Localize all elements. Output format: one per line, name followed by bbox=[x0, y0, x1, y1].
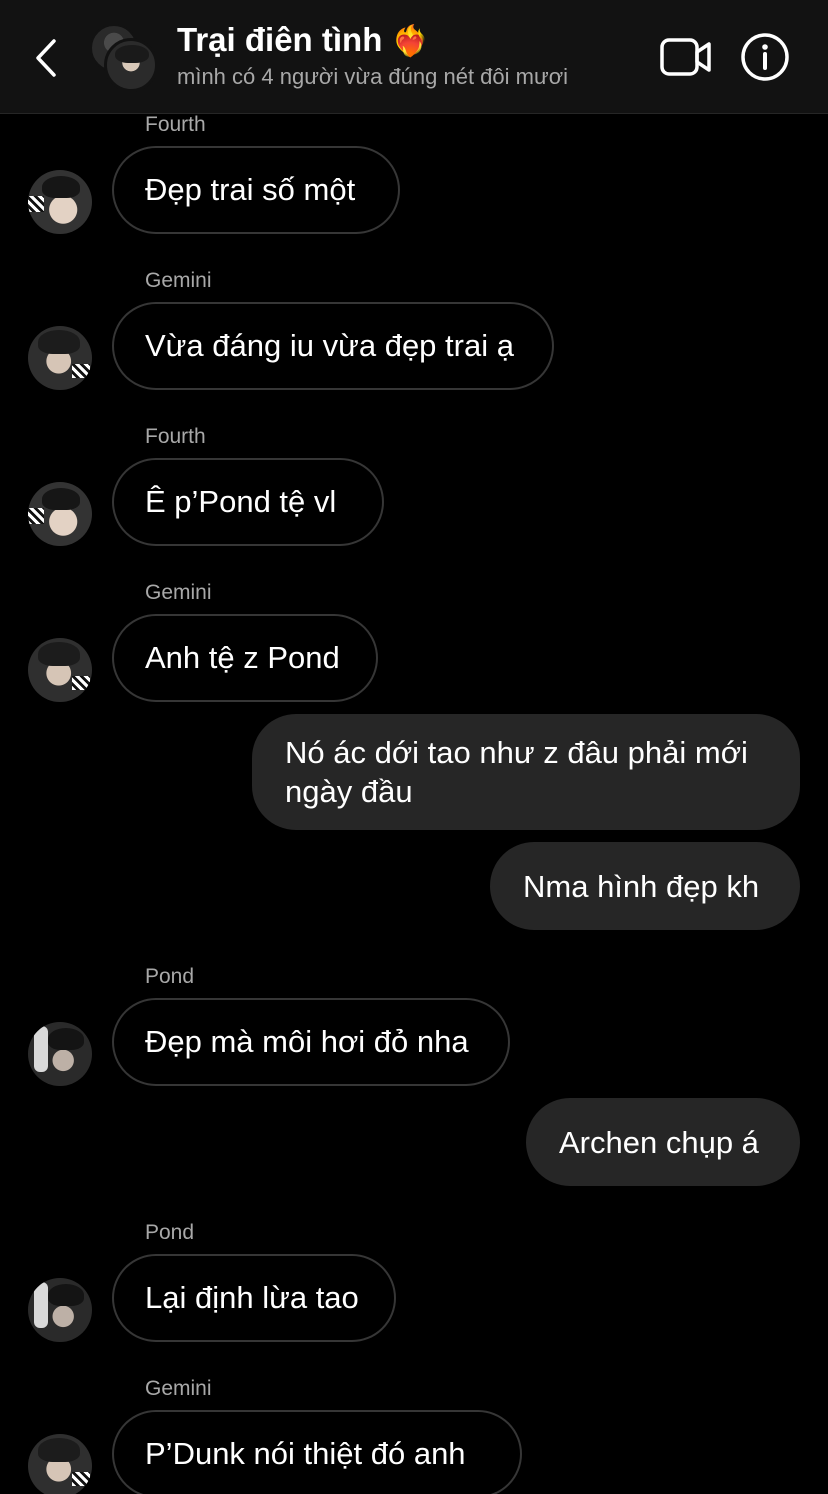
message-bubble-outgoing[interactable]: Nó ác dới tao như z đâu phải mới ngày đầ… bbox=[252, 714, 800, 830]
sender-name: Pond bbox=[145, 1221, 195, 1244]
group-avatar-member-front bbox=[104, 38, 158, 92]
message-line: ngày đầu bbox=[285, 774, 413, 809]
sender-name: Gemini bbox=[145, 1377, 212, 1400]
message-bubble-incoming[interactable]: Vừa đáng iu vừa đẹp trai ạ bbox=[112, 302, 554, 390]
avatar-fourth[interactable] bbox=[28, 170, 92, 234]
chat-title: Trại điên tình ❤️‍🔥 bbox=[177, 20, 637, 62]
avatar-pond[interactable] bbox=[28, 1022, 92, 1086]
message-list[interactable]: Fourth Đẹp trai số một Gemini Vừa đáng i… bbox=[0, 113, 828, 1494]
avatar-gemini[interactable] bbox=[28, 326, 92, 390]
chevron-left-icon bbox=[36, 39, 56, 77]
message-bubble-incoming[interactable]: Đẹp trai số một bbox=[112, 146, 400, 234]
video-call-button[interactable] bbox=[658, 34, 714, 80]
message-bubble-outgoing[interactable]: Nma hình đẹp kh bbox=[490, 842, 800, 930]
info-icon bbox=[741, 33, 789, 81]
avatar-gemini[interactable] bbox=[28, 1434, 92, 1494]
sender-name: Gemini bbox=[145, 269, 212, 292]
message-bubble-incoming[interactable]: Ê p’Pond tệ vl bbox=[112, 458, 384, 546]
sender-name: Fourth bbox=[145, 113, 206, 136]
message-bubble-incoming[interactable]: Anh tệ z Pond bbox=[112, 614, 378, 702]
heart-on-fire-emoji: ❤️‍🔥 bbox=[391, 25, 429, 58]
chat-title-area[interactable]: Trại điên tình ❤️‍🔥 mình có 4 người vừa … bbox=[177, 20, 637, 92]
back-button[interactable] bbox=[22, 30, 70, 86]
sender-name: Fourth bbox=[145, 425, 206, 448]
video-camera-icon bbox=[660, 38, 711, 76]
chat-title-text: Trại điên tình bbox=[177, 21, 383, 58]
chat-header: Trại điên tình ❤️‍🔥 mình có 4 người vừa … bbox=[0, 0, 828, 114]
group-avatar[interactable] bbox=[90, 24, 158, 92]
chat-subtitle: mình có 4 người vừa đúng nét đôi mươi bbox=[177, 64, 569, 89]
avatar-fourth[interactable] bbox=[28, 482, 92, 546]
message-line: Nó ác dới tao như z đâu phải mới bbox=[285, 735, 748, 770]
sender-name: Pond bbox=[145, 965, 195, 988]
chat-screen: Trại điên tình ❤️‍🔥 mình có 4 người vừa … bbox=[0, 0, 828, 1494]
message-bubble-incoming[interactable]: P’Dunk nói thiệt đó anh bbox=[112, 1410, 522, 1494]
message-bubble-incoming[interactable]: Đẹp mà môi hơi đỏ nha bbox=[112, 998, 510, 1086]
info-button[interactable] bbox=[740, 32, 790, 82]
message-bubble-outgoing[interactable]: Archen chụp á bbox=[526, 1098, 800, 1186]
avatar-pond[interactable] bbox=[28, 1278, 92, 1342]
sender-name: Gemini bbox=[145, 581, 212, 604]
message-bubble-incoming[interactable]: Lại định lừa tao bbox=[112, 1254, 396, 1342]
avatar-gemini[interactable] bbox=[28, 638, 92, 702]
